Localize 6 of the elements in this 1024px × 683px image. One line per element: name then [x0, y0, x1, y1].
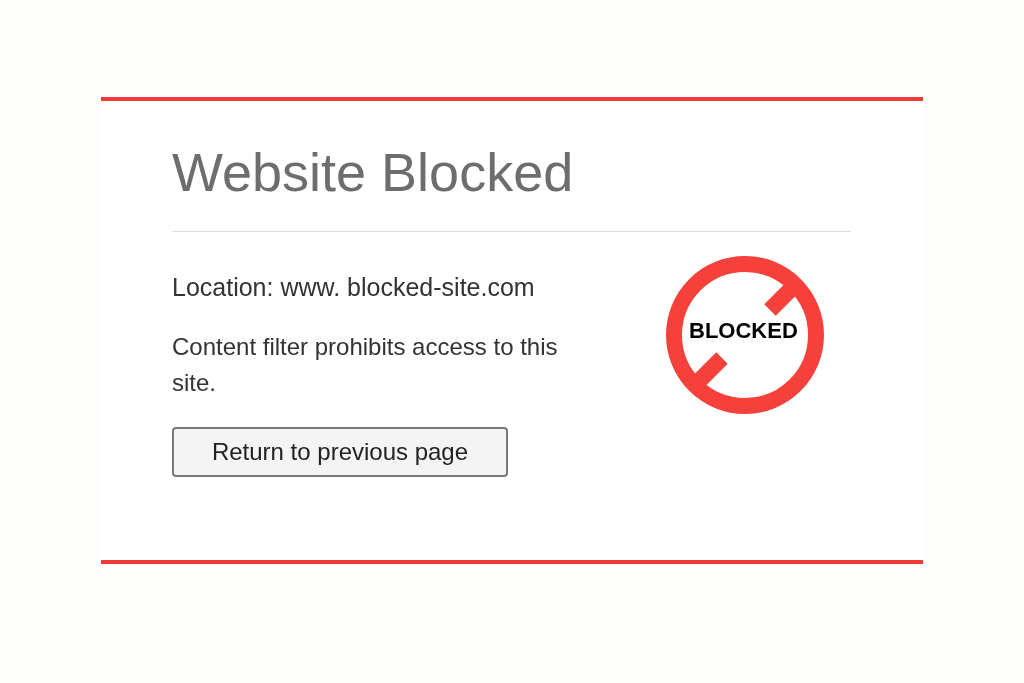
location-text: Location: www. blocked-site.com [172, 272, 535, 303]
page-title: Website Blocked [172, 145, 574, 199]
return-button[interactable]: Return to previous page [172, 427, 508, 478]
sign-label: BLOCKED [689, 320, 798, 342]
prohibition-icon [664, 254, 826, 416]
filter-message: Content filter prohibits access to this site. [172, 332, 559, 399]
